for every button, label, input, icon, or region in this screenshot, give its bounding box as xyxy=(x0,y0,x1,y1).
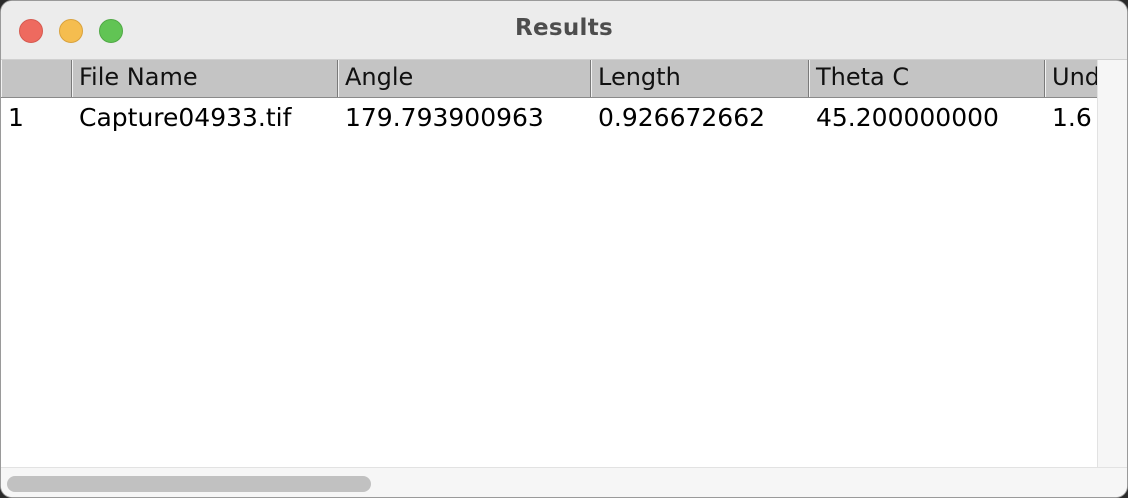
column-header-index[interactable] xyxy=(1,60,72,97)
cell-angle[interactable]: 179.793900963 xyxy=(338,98,591,138)
table-header: File Name Angle Length Theta C Und xyxy=(1,60,1097,98)
results-table[interactable]: File Name Angle Length Theta C Und 1 Cap… xyxy=(1,60,1097,467)
results-window: Results File Name Angle Length Theta C U… xyxy=(0,0,1128,498)
cell-length[interactable]: 0.926672662 xyxy=(591,98,809,138)
window-title: Results xyxy=(514,15,614,41)
title-bar[interactable]: Results xyxy=(1,1,1127,60)
table-row[interactable]: 1 Capture04933.tif 179.793900963 0.92667… xyxy=(1,98,1097,138)
column-header-theta-c[interactable]: Theta C xyxy=(809,60,1045,97)
column-header-angle[interactable]: Angle xyxy=(338,60,591,97)
cell-und[interactable]: 1.6 xyxy=(1045,98,1097,138)
horizontal-scrollbar[interactable] xyxy=(1,467,1127,497)
column-header-length[interactable]: Length xyxy=(591,60,809,97)
horizontal-scrollbar-thumb[interactable] xyxy=(7,476,371,492)
cell-theta-c[interactable]: 45.200000000 xyxy=(809,98,1045,138)
cell-file-name[interactable]: Capture04933.tif xyxy=(72,98,338,138)
cell-index[interactable]: 1 xyxy=(1,98,72,138)
vertical-scrollbar[interactable] xyxy=(1097,60,1127,467)
column-header-und[interactable]: Und xyxy=(1045,60,1097,97)
column-header-file-name[interactable]: File Name xyxy=(72,60,338,97)
